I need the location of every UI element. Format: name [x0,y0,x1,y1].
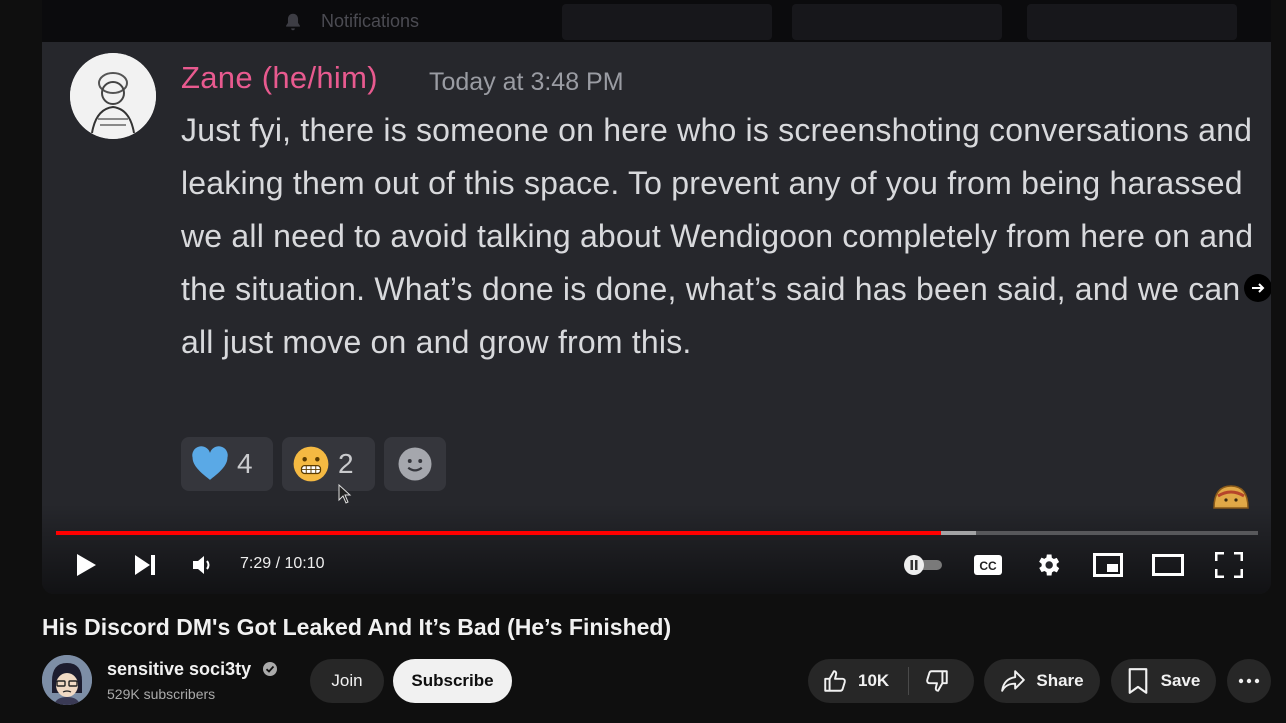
share-label: Share [1036,671,1084,690]
message-text: Just fyi, there is someone on here who i… [181,112,1254,360]
thumbs-down-icon [926,670,948,692]
captions-button[interactable]: CC [972,551,1004,579]
blurred-panel [792,4,1002,40]
grimacing-face-icon [293,446,329,482]
arrow-right-icon [1252,283,1265,293]
progress-bar[interactable] [56,531,1258,535]
fullscreen-icon [1215,552,1243,578]
next-icon [135,555,155,575]
more-actions-button[interactable] [1227,659,1271,703]
thumbs-up-icon [824,670,846,692]
fullscreen-button[interactable] [1214,551,1244,579]
next-button[interactable] [130,549,160,581]
author-avatar [70,53,156,139]
notifications-label: Notifications [321,11,420,31]
message-timestamp: Today at 3:48 PM [429,68,624,96]
discord-top-bar: Notifications [42,0,1271,42]
svg-text:CC: CC [979,559,997,573]
reaction-grimace: 2 [282,437,375,491]
blurred-panel [562,4,772,40]
next-frame-button[interactable] [1244,274,1271,302]
miniplayer-icon [1093,553,1123,577]
share-icon [1001,670,1026,692]
controls-gradient [42,504,1271,594]
miniplayer-button[interactable] [1092,551,1124,579]
bookmark-icon [1128,668,1147,694]
more-horizontal-icon [1238,678,1260,684]
autoplay-toggle[interactable] [902,553,944,577]
reaction-count: 4 [237,448,253,479]
theater-mode-button[interactable] [1152,553,1184,577]
video-player[interactable]: Notifications Zane (he/him) Today at 3:4… [42,0,1271,594]
join-button[interactable]: Join [310,659,384,703]
captions-icon: CC [974,555,1002,575]
autoplay-pause-icon [904,555,942,575]
theater-icon [1152,554,1184,576]
video-title: His Discord DM's Got Leaked And It’s Bad… [42,614,672,640]
like-count: 10K [858,671,890,690]
save-button[interactable]: Save [1111,659,1216,703]
reaction-blue-heart: 4 [181,437,273,491]
volume-button[interactable] [188,550,218,580]
like-divider [908,667,909,695]
volume-icon [193,556,210,574]
settings-button[interactable] [1032,550,1064,580]
dislike-button[interactable] [924,668,950,699]
message-author: Zane (he/him) [181,60,378,95]
play-icon [77,554,96,576]
reaction-count: 2 [338,448,354,479]
subscribe-button[interactable]: Subscribe [393,659,512,703]
mouse-cursor-icon [338,484,352,504]
play-button[interactable] [70,549,102,581]
channel-name[interactable]: sensitive soci3ty [107,659,251,680]
played-bar [56,531,941,535]
subscriber-count: 529K subscribers [107,686,216,702]
verified-badge-icon [263,662,277,676]
bell-icon [286,13,300,31]
share-button[interactable]: Share [984,659,1100,703]
gear-icon [1039,554,1060,576]
channel-avatar[interactable] [42,655,92,705]
time-display: 7:29 / 10:10 [240,555,325,572]
blurred-panel [1027,4,1237,40]
blue-heart-icon [192,446,228,480]
like-button[interactable]: 10K [822,668,889,694]
add-reaction-icon [398,447,432,481]
like-dislike-group: 10K [808,659,974,703]
add-reaction [384,437,446,491]
save-label: Save [1160,671,1201,690]
